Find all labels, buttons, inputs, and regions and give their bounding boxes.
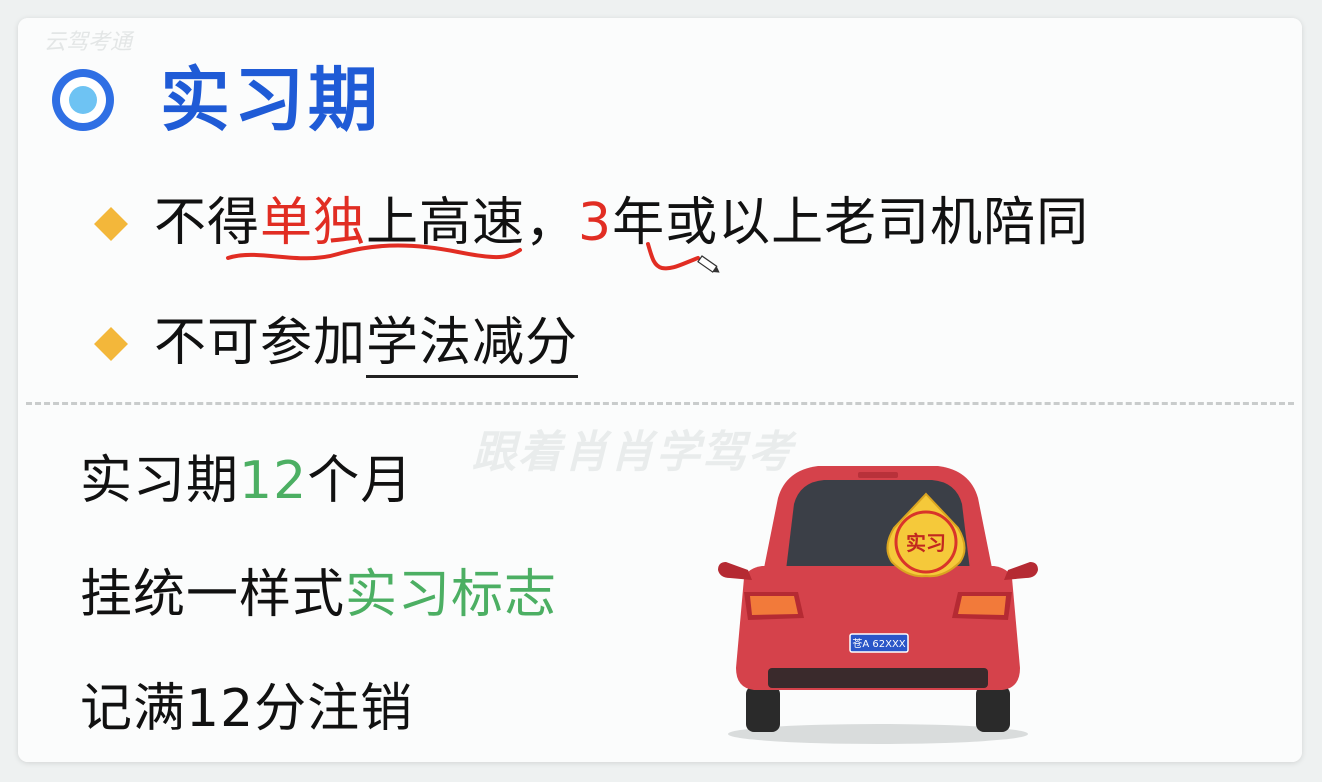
highlight-alone: 单独 [260,193,367,253]
diamond-icon [94,327,128,361]
page-title: 实习期 [160,59,382,141]
slide-card: 云驾考通 实习期 不得单独上高速，3年或以上老司机陪同 不可参加学法减分 跟着肖… [18,18,1302,762]
info-duration: 实习期12个月 [80,451,414,511]
title-row: 实习期 [52,58,382,142]
corner-watermark: 云驾考通 [44,30,133,55]
info-cancel: 记满12分注销 [80,679,414,739]
bullet-item-highway: 不得单独上高速，3年或以上老司机陪同 [94,193,1090,254]
bullet-text: 不可参加学法减分 [154,313,579,378]
bullet-text: 不得单独上高速，3年或以上老司机陪同 [154,193,1090,253]
info-sign: 挂统一样式实习标志 [80,565,558,625]
dashed-divider [26,402,1294,405]
license-plate: 苍A 62XXX [852,637,905,650]
bullet-item-points: 不可参加学法减分 [94,313,579,378]
diamond-icon [94,207,128,241]
learner-sign-text: 实习 [906,531,946,555]
target-icon [52,69,114,131]
car-illustration: 苍A 62XXX 实习 [708,458,1048,748]
underlined-text: 学法减分 [366,313,579,378]
car-image: 苍A 62XXX 实习 [718,466,1038,744]
highlight-years: 3 [578,193,613,253]
